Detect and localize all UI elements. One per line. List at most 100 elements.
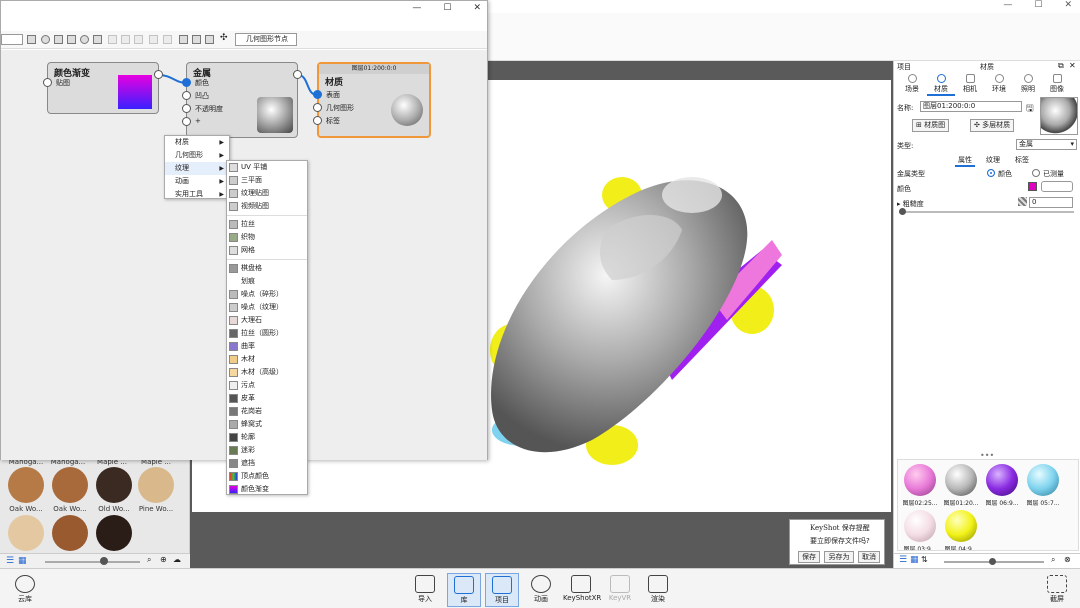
roughness-slider[interactable] <box>899 211 1074 213</box>
texture-item[interactable]: 木材 <box>227 353 307 366</box>
menu-item-texture[interactable]: 纹理 ▶ <box>165 162 229 175</box>
texture-slot-icon[interactable] <box>1018 197 1027 206</box>
minimize-button[interactable]: — <box>1003 0 1012 13</box>
texture-item[interactable]: 织物 <box>227 231 307 244</box>
roughness-field[interactable]: 0 <box>1029 197 1073 208</box>
radio-measured[interactable] <box>1032 169 1040 177</box>
print-icon[interactable] <box>93 35 102 44</box>
graph-close-button[interactable]: ✕ <box>473 3 481 13</box>
texture-item[interactable]: 污点 <box>227 379 307 392</box>
node-port-input[interactable] <box>43 78 52 87</box>
list-view-icon[interactable]: ☰ <box>899 555 907 565</box>
texture-item[interactable]: 大理石 <box>227 314 307 327</box>
duplicate-icon[interactable] <box>134 35 143 44</box>
library-thumbnail[interactable] <box>52 467 88 503</box>
material-name-field[interactable]: 图层01:200:0:0 <box>920 101 1022 112</box>
material-graph-button[interactable]: ⊞ 材质图 <box>912 119 950 132</box>
color-swatch[interactable] <box>1028 182 1037 191</box>
type-select[interactable]: 金属 ▾ <box>1016 139 1077 150</box>
tab-material[interactable]: 材质 <box>927 74 955 96</box>
keyvr-button[interactable]: KeyVR <box>603 573 637 607</box>
cloud-library-button[interactable]: 云库 <box>8 573 42 607</box>
texture-item[interactable]: 曲率 <box>227 340 307 353</box>
tab-lighting[interactable]: 照明 <box>1014 74 1042 94</box>
grid-view-icon[interactable]: ▦ <box>18 556 27 566</box>
preview-icon[interactable] <box>41 35 50 44</box>
layout-icon[interactable] <box>179 35 188 44</box>
material-ball[interactable] <box>945 510 977 542</box>
texture-item[interactable]: 花岗岩 <box>227 405 307 418</box>
save-icon[interactable] <box>27 35 36 44</box>
cancel-button[interactable]: 取消 <box>858 551 880 563</box>
grid-view-icon[interactable]: ▦ <box>910 555 919 565</box>
group-icon[interactable] <box>163 35 172 44</box>
close-icon[interactable]: ✕ <box>1069 61 1076 70</box>
sort-icon[interactable]: ⇅ <box>921 555 928 564</box>
node-port-output[interactable] <box>293 70 302 79</box>
import-button[interactable]: 导入 <box>408 573 442 607</box>
node-port-input[interactable] <box>313 103 322 112</box>
save-button[interactable]: 保存 <box>798 551 820 563</box>
texture-item[interactable]: 视频贴图 <box>227 200 307 213</box>
texture-item[interactable]: 棋盘格 <box>227 262 307 275</box>
texture-item[interactable]: 皮革 <box>227 392 307 405</box>
graph-maximize-button[interactable]: ☐ <box>443 3 451 13</box>
texture-item[interactable]: 颜色渐变 <box>227 483 307 496</box>
filter-icon[interactable]: ⊗ <box>1064 555 1071 564</box>
library-thumbnail[interactable] <box>138 467 174 503</box>
close-button[interactable]: ✕ <box>1064 0 1072 13</box>
menu-item-geometry[interactable]: 几何图形 ▶ <box>165 149 229 162</box>
save-icon[interactable]: 🖫 <box>1026 101 1034 117</box>
list-view-icon[interactable]: ☰ <box>6 556 14 566</box>
node-port-input[interactable] <box>182 78 191 87</box>
texture-item[interactable]: 纹理贴图 <box>227 187 307 200</box>
texture-item[interactable]: 拉丝（圆形） <box>227 327 307 340</box>
texture-item[interactable]: 顶点颜色 <box>227 470 307 483</box>
material-ball[interactable] <box>904 510 936 542</box>
node-port-input[interactable] <box>182 104 191 113</box>
multi-layer-button[interactable]: ✣ 多层材质 <box>970 119 1015 132</box>
texture-item[interactable]: 木材（高级） <box>227 366 307 379</box>
fit-icon[interactable] <box>205 35 214 44</box>
texture-item[interactable]: 噪点（碎形） <box>227 288 307 301</box>
texture-item[interactable]: 拉丝 <box>227 218 307 231</box>
texture-item[interactable]: 网格 <box>227 244 307 257</box>
paste-icon[interactable] <box>121 35 130 44</box>
material-ball[interactable] <box>904 464 936 496</box>
panel-header-project[interactable]: 项目 <box>897 62 911 72</box>
node-port-input[interactable] <box>313 90 322 99</box>
node-port-output[interactable] <box>154 70 163 79</box>
import-icon[interactable]: ⊕ <box>160 555 167 564</box>
save-as-button[interactable]: 另存为 <box>824 551 854 563</box>
texture-item[interactable]: 遮挡 <box>227 457 307 470</box>
material-ball[interactable] <box>945 464 977 496</box>
search-icon[interactable]: ⌕ <box>1051 555 1055 565</box>
screenshot-button[interactable]: 截屏 <box>1040 573 1074 607</box>
color-bar[interactable] <box>1041 181 1073 192</box>
graph-minimize-button[interactable]: — <box>412 3 421 13</box>
texture-item[interactable]: 蜂窝式 <box>227 418 307 431</box>
add-node-icon[interactable]: ✣ <box>220 33 228 43</box>
texture-item[interactable]: 迷彩 <box>227 444 307 457</box>
geometry-node-button[interactable]: 几何图形节点 <box>235 33 297 46</box>
texture-item[interactable]: UV 平铺 <box>227 161 307 174</box>
menu-item-utilities[interactable]: 实用工具 ▶ <box>165 188 229 201</box>
library-thumbnail[interactable] <box>8 515 44 551</box>
delete-icon[interactable] <box>149 35 158 44</box>
render-button[interactable]: 渲染 <box>641 573 675 607</box>
library-button[interactable]: 库 <box>447 573 481 607</box>
node-port-input[interactable] <box>182 117 191 126</box>
subtab-properties[interactable]: 属性 <box>955 155 975 167</box>
grid-icon[interactable] <box>67 35 76 44</box>
checker-icon[interactable] <box>54 35 63 44</box>
toolbar-input[interactable] <box>1 34 23 45</box>
tab-camera[interactable]: 相机 <box>956 74 984 94</box>
thumbnail-size-slider[interactable] <box>45 561 140 563</box>
tab-image[interactable]: 图像 <box>1043 74 1071 94</box>
keyshotxr-button[interactable]: KeyShotXR <box>563 573 601 607</box>
material-ball[interactable] <box>1027 464 1059 496</box>
copy-icon[interactable] <box>108 35 117 44</box>
maximize-button[interactable]: ☐ <box>1034 0 1042 13</box>
texture-item[interactable]: 划痕 <box>227 275 307 288</box>
undock-icon[interactable]: ⧉ <box>1058 61 1064 71</box>
